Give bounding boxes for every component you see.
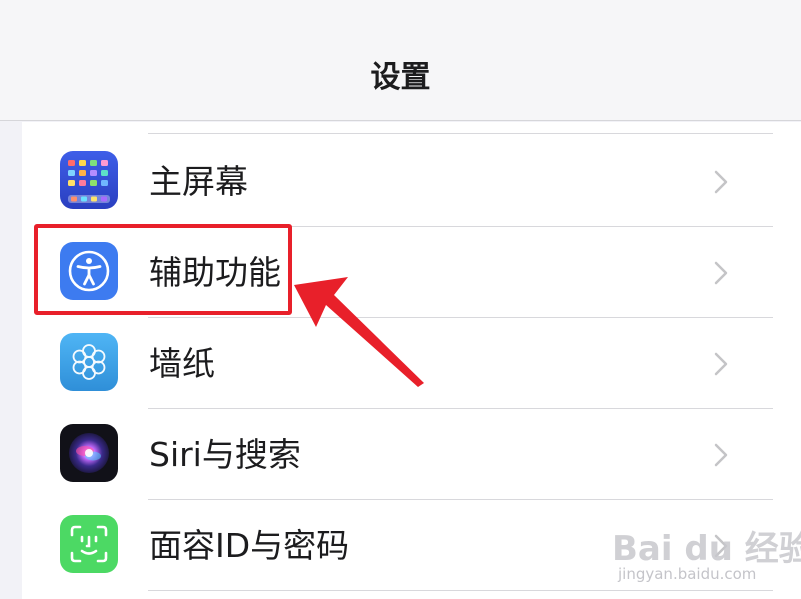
siri-icon — [60, 424, 118, 482]
settings-item-home-screen[interactable]: 主屏幕 — [22, 136, 801, 227]
watermark-logo: Bai du 经验 — [612, 529, 801, 569]
settings-item-label: 面容ID与密码 — [149, 526, 350, 565]
chevron-right-icon — [714, 170, 728, 198]
wallpaper-icon — [60, 333, 118, 391]
settings-item-siri[interactable]: Siri与搜索 — [22, 409, 801, 500]
navigation-bar: 设置 — [0, 0, 801, 121]
face-id-icon — [60, 515, 118, 573]
highlight-box — [34, 224, 292, 315]
settings-item-label: 墙纸 — [149, 344, 215, 383]
settings-item-label: Siri与搜索 — [149, 435, 301, 474]
chevron-right-icon — [714, 261, 728, 289]
divider — [148, 590, 773, 591]
watermark-url: jingyan.baidu.com — [618, 565, 757, 583]
divider — [148, 133, 773, 134]
settings-item-label: 主屏幕 — [149, 162, 248, 201]
chevron-right-icon — [714, 443, 728, 471]
home-screen-icon — [60, 151, 118, 209]
annotation-arrow-icon — [290, 275, 430, 394]
chevron-right-icon — [714, 352, 728, 380]
page-title: 设置 — [370, 60, 431, 95]
watermark: Bai du 经验 jingyan.baidu.com — [612, 505, 801, 590]
